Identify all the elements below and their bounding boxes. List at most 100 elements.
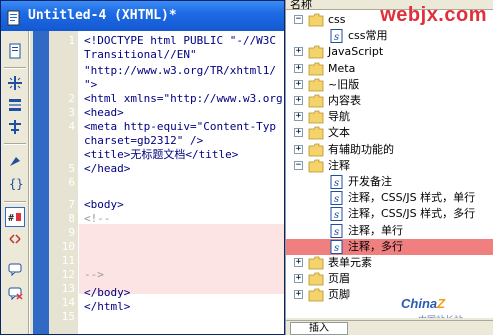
folder-icon bbox=[308, 13, 324, 27]
code-line: "> bbox=[84, 78, 98, 91]
line-number: 9 bbox=[68, 226, 75, 239]
tree-item-label: 注释，多行 bbox=[348, 239, 403, 253]
tree-item-label: 注释，单行 bbox=[348, 223, 403, 237]
code-line: </head> bbox=[84, 162, 131, 175]
expand-icon[interactable]: + bbox=[294, 274, 303, 284]
indent-icon[interactable] bbox=[5, 229, 25, 249]
expand-icon[interactable]: + bbox=[294, 112, 303, 122]
collapse-icon[interactable]: − bbox=[294, 160, 303, 170]
remove-comment-icon[interactable] bbox=[5, 283, 25, 303]
tree-folder-row[interactable]: + 导航 bbox=[286, 109, 493, 125]
tree-item-label: Meta bbox=[328, 61, 356, 75]
svg-text:#: # bbox=[8, 213, 14, 224]
apply-comment-icon[interactable] bbox=[5, 259, 25, 279]
tree-item-label: 页眉 bbox=[328, 272, 350, 286]
code-view[interactable]: <!DOCTYPE html PUBLIC "-//W3C Transition… bbox=[79, 31, 284, 334]
snippet-icon: s bbox=[330, 29, 346, 44]
snippet-icon: s bbox=[330, 223, 346, 238]
line-number: 1 bbox=[68, 34, 75, 47]
file-view-icon[interactable] bbox=[5, 41, 25, 61]
folder-icon bbox=[308, 272, 324, 286]
folder-icon bbox=[308, 159, 324, 173]
line-number: 4 bbox=[68, 120, 75, 133]
toolbar-divider bbox=[4, 67, 26, 69]
svg-text:s: s bbox=[334, 178, 339, 189]
code-line: charset=gb2312" /> bbox=[84, 134, 204, 147]
line-number: 14 bbox=[61, 296, 75, 309]
expand-icon[interactable]: + bbox=[294, 290, 303, 300]
tree-folder-row[interactable]: + 有辅助功能的 bbox=[286, 142, 493, 158]
snippet-icon: s bbox=[330, 207, 346, 222]
tree-snippet-row[interactable]: s 注释，单行 bbox=[286, 223, 493, 239]
tree-folder-row[interactable]: + ~旧版 bbox=[286, 77, 493, 93]
expand-icon[interactable]: + bbox=[294, 79, 303, 89]
tree-folder-row[interactable]: − 注释 bbox=[286, 158, 493, 174]
tree-item-label: 页脚 bbox=[328, 288, 350, 302]
expand-icon[interactable]: + bbox=[294, 63, 303, 73]
tree-folder-row[interactable]: + Meta bbox=[286, 61, 493, 77]
tree-snippet-row[interactable]: s 开发备注 bbox=[286, 174, 493, 190]
balance-braces-icon[interactable] bbox=[5, 117, 25, 137]
line-number: 10 bbox=[61, 240, 75, 253]
line-number: 11 bbox=[61, 254, 75, 267]
code-line: <title>无标题文档</title> bbox=[84, 148, 239, 161]
tree-folder-row[interactable]: − css bbox=[286, 12, 493, 28]
braces-icon[interactable]: {} bbox=[5, 173, 25, 193]
folder-icon bbox=[308, 143, 324, 157]
tree-item-label: 注释，CSS/JS 样式，多行 bbox=[348, 207, 476, 221]
tree-item-label: 表单元素 bbox=[328, 256, 372, 269]
code-editor-window: Untitled-4 (XHTML)* {} # 1 2 3 4 5 6 7 8… bbox=[0, 0, 285, 335]
select-parent-icon[interactable] bbox=[5, 95, 25, 115]
snippets-panel: 名称 webjx.com − css s css常用 + JavaScript + Meta +… bbox=[285, 0, 493, 335]
tree-item-label: 文本 bbox=[328, 126, 350, 140]
folder-icon bbox=[308, 288, 324, 302]
line-number: 2 bbox=[68, 92, 75, 105]
expand-icon[interactable]: + bbox=[294, 47, 303, 57]
tree-snippet-row[interactable]: s 注释，CSS/JS 样式，多行 bbox=[286, 206, 493, 222]
code-line: <!DOCTYPE html PUBLIC "-//W3C bbox=[84, 34, 277, 47]
line-number: 12 bbox=[61, 268, 75, 281]
toolbar-divider bbox=[4, 143, 26, 145]
svg-text:s: s bbox=[334, 243, 339, 254]
tree-item-label: css bbox=[328, 13, 346, 26]
line-numbers-icon[interactable] bbox=[5, 151, 25, 171]
line-number: 15 bbox=[61, 310, 75, 323]
code-line-comment-close: --> bbox=[84, 268, 104, 281]
line-number: 8 bbox=[68, 212, 75, 225]
folder-icon bbox=[308, 94, 324, 108]
tree-folder-row[interactable]: + 表单元素 bbox=[286, 255, 493, 271]
tree-folder-row[interactable]: + 页脚 bbox=[286, 287, 493, 303]
line-number: 6 bbox=[68, 176, 75, 189]
panel-tab-strip: 插入 bbox=[286, 320, 493, 335]
expand-all-icon[interactable] bbox=[5, 73, 25, 93]
tree-item-label: 有辅助功能的 bbox=[328, 142, 394, 156]
expand-icon[interactable]: + bbox=[294, 258, 303, 267]
snippet-icon: s bbox=[330, 239, 346, 254]
tree-item-label: 内容表 bbox=[328, 94, 361, 107]
expand-icon[interactable]: + bbox=[294, 96, 303, 105]
tree-item-label: 开发备注 bbox=[348, 175, 392, 188]
folder-icon bbox=[308, 78, 324, 92]
highlight-icon[interactable]: # bbox=[5, 207, 25, 227]
folder-icon bbox=[308, 45, 324, 59]
svg-text:s: s bbox=[334, 227, 339, 238]
tree-folder-row[interactable]: + 内容表 bbox=[286, 93, 493, 109]
tree-folder-row[interactable]: + 页眉 bbox=[286, 271, 493, 287]
code-line: <head> bbox=[84, 106, 124, 119]
editor-title-bar[interactable]: Untitled-4 (XHTML)* bbox=[1, 1, 284, 31]
tab-insert[interactable]: 插入 bbox=[290, 322, 348, 335]
tree-snippet-row[interactable]: s css常用 bbox=[286, 28, 493, 44]
expand-icon[interactable]: + bbox=[294, 144, 303, 154]
tree-folder-row[interactable]: + JavaScript bbox=[286, 44, 493, 60]
line-number: 3 bbox=[68, 106, 75, 119]
tree-folder-row[interactable]: + 文本 bbox=[286, 125, 493, 141]
expand-icon[interactable]: + bbox=[294, 128, 303, 138]
svg-text:{}: {} bbox=[9, 177, 23, 191]
folder-icon bbox=[308, 126, 324, 140]
collapse-icon[interactable]: − bbox=[294, 15, 303, 24]
tree-item-label: 导航 bbox=[328, 110, 350, 124]
tree-snippet-row[interactable]: s 注释，多行 bbox=[286, 238, 493, 255]
svg-text:s: s bbox=[334, 210, 339, 221]
line-number: 13 bbox=[61, 282, 75, 295]
tree-snippet-row[interactable]: s 注释，CSS/JS 样式，单行 bbox=[286, 190, 493, 206]
